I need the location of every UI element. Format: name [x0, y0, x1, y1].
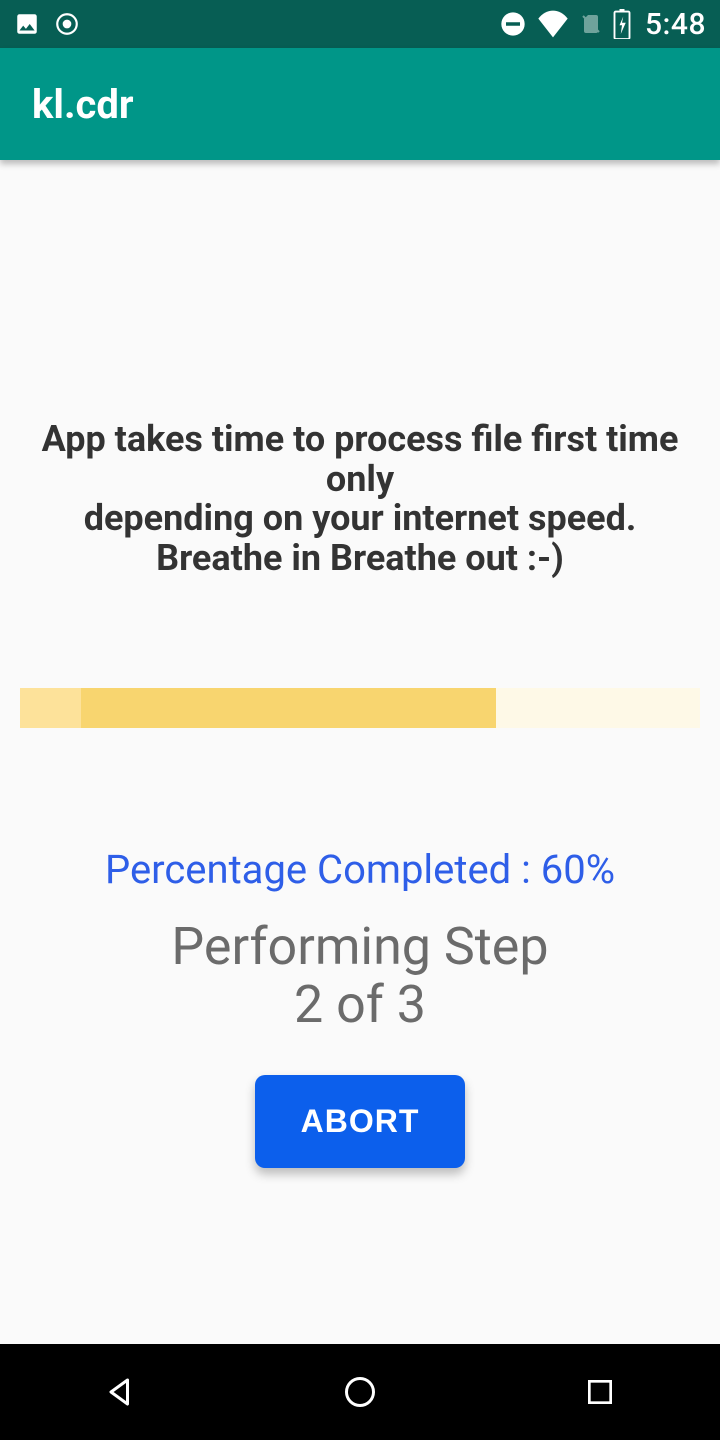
battery-charging-icon [613, 9, 631, 39]
main-content: App takes time to process file first tim… [0, 160, 720, 1344]
status-left-icons [14, 11, 80, 37]
progress-fill [81, 688, 496, 728]
nav-back-button[interactable] [80, 1362, 160, 1422]
status-right-icons: 5:48 [499, 7, 706, 42]
info-line-2: depending on your internet speed. [30, 499, 690, 539]
status-bar: 5:48 [0, 0, 720, 48]
app-bar: kl.cdr [0, 48, 720, 160]
nav-recent-button[interactable] [560, 1362, 640, 1422]
info-message: App takes time to process file first tim… [20, 420, 700, 578]
navigation-bar [0, 1344, 720, 1440]
wifi-icon [537, 10, 569, 38]
step-line-1: Performing Step [171, 918, 548, 975]
circle-dot-icon [54, 11, 80, 37]
nav-home-button[interactable] [320, 1362, 400, 1422]
step-label: Performing Step 2 of 3 [171, 918, 548, 1032]
dnd-icon [499, 10, 527, 38]
info-line-1: App takes time to process file first tim… [30, 420, 690, 499]
step-line-2: 2 of 3 [171, 976, 548, 1033]
no-sim-icon [579, 10, 603, 38]
progress-bar [20, 688, 700, 728]
status-time: 5:48 [645, 7, 706, 42]
percent-completed-label: Percentage Completed : 60% [105, 846, 615, 893]
image-icon [14, 11, 40, 37]
app-title: kl.cdr [32, 81, 134, 128]
info-line-3: Breathe in Breathe out :-) [30, 539, 690, 579]
abort-button[interactable]: ABORT [255, 1075, 466, 1168]
